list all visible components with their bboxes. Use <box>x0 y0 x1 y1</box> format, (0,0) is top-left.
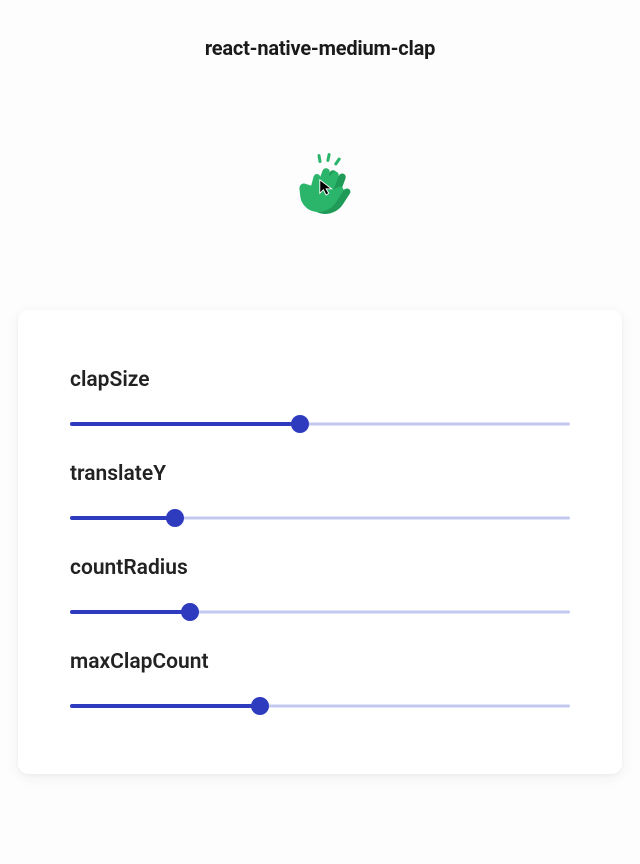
slider-thumb[interactable] <box>251 697 269 715</box>
slider-row-countradius: countRadius <box>70 556 570 622</box>
slider-label: maxClapCount <box>70 650 570 674</box>
clap-hands-icon[interactable] <box>284 149 356 221</box>
slider-clapsize[interactable] <box>70 414 570 434</box>
controls-panel: clapSize translateY countRadius maxClapC… <box>18 310 622 774</box>
slider-fill <box>70 704 260 708</box>
slider-label: clapSize <box>70 368 570 392</box>
slider-row-maxclapcount: maxClapCount <box>70 650 570 716</box>
slider-label: countRadius <box>70 556 570 580</box>
slider-label: translateY <box>70 462 570 486</box>
slider-translatey[interactable] <box>70 508 570 528</box>
page-title: react-native-medium-clap <box>0 0 640 60</box>
slider-fill <box>70 422 300 426</box>
slider-row-clapsize: clapSize <box>70 368 570 434</box>
slider-row-translatey: translateY <box>70 462 570 528</box>
clap-preview-area <box>0 60 640 310</box>
slider-fill <box>70 516 175 520</box>
slider-fill <box>70 610 190 614</box>
slider-thumb[interactable] <box>291 415 309 433</box>
slider-maxclapcount[interactable] <box>70 696 570 716</box>
slider-countradius[interactable] <box>70 602 570 622</box>
slider-thumb[interactable] <box>181 603 199 621</box>
slider-thumb[interactable] <box>166 509 184 527</box>
